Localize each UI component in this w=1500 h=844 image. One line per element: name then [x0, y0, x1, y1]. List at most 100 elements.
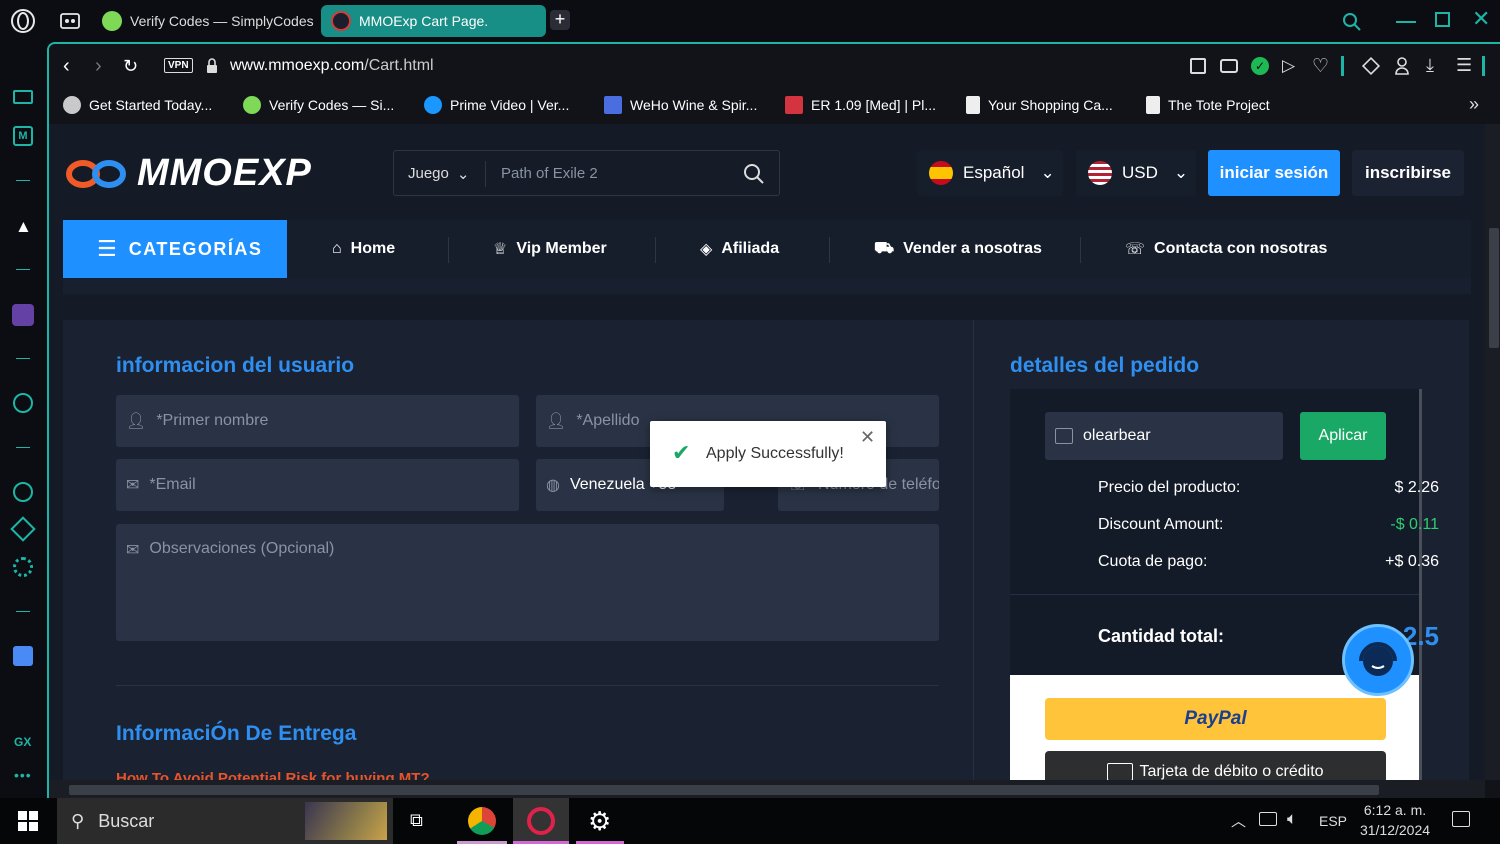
- horizontal-scrollbar[interactable]: [49, 780, 1485, 798]
- volume-icon[interactable]: 🔈︎: [1287, 809, 1297, 829]
- bookmark-item[interactable]: Prime Video | Ver...: [424, 96, 569, 114]
- translate-icon[interactable]: [13, 646, 33, 666]
- settings-taskbar-button[interactable]: ⚙: [576, 798, 624, 844]
- bookmark-label: Get Started Today...: [89, 97, 213, 113]
- site-logo[interactable]: MMOEXP: [65, 152, 312, 195]
- forward-icon[interactable]: ›: [95, 56, 102, 76]
- network-icon[interactable]: [1259, 812, 1277, 826]
- chrome-icon: [468, 807, 496, 835]
- notifications-icon[interactable]: [1452, 811, 1470, 827]
- account-icon[interactable]: [1395, 57, 1409, 75]
- minimize-icon[interactable]: [1396, 21, 1416, 23]
- game-search-box: Juego ⌄ Path of Exile 2: [393, 150, 780, 196]
- close-window-icon[interactable]: ✕: [1472, 8, 1490, 30]
- notes-textarea[interactable]: ✉ Observaciones (Opcional): [116, 524, 939, 641]
- tab-manager-icon[interactable]: [59, 11, 81, 31]
- input-language[interactable]: ESP: [1319, 813, 1347, 829]
- gx-corner-icon[interactable]: M: [13, 126, 33, 146]
- bookmark-item[interactable]: Verify Codes — Si...: [243, 96, 394, 114]
- browser-frame: ‹ › ↻ VPN www.mmoexp.com/Cart.html ✓ ▷ ♡…: [47, 42, 1500, 798]
- order-scrollbar[interactable]: [1419, 389, 1422, 780]
- page-icon: [1146, 96, 1160, 114]
- cube-icon[interactable]: [1361, 56, 1381, 76]
- nav-vender[interactable]: ⛟ Vender a nosotras: [874, 220, 1042, 278]
- card-button[interactable]: Tarjeta de débito o crédito: [1045, 751, 1386, 780]
- chevron-down-icon: ⌄: [1173, 163, 1189, 182]
- discount-row: Discount Amount: -$ 0.11: [1098, 516, 1439, 534]
- windows-start-icon[interactable]: [18, 811, 38, 831]
- paypal-button[interactable]: PayPal: [1045, 698, 1386, 740]
- opera-logo-icon[interactable]: [10, 8, 36, 34]
- wallet-icon[interactable]: [13, 90, 33, 104]
- live-chat-icon[interactable]: [1342, 624, 1414, 696]
- bookmark-item[interactable]: Your Shopping Ca...: [966, 96, 1113, 114]
- url-field[interactable]: www.mmoexp.com/Cart.html: [230, 57, 434, 75]
- search-icon[interactable]: [743, 163, 765, 185]
- sidebar-divider: [16, 611, 30, 612]
- settings-gear-icon[interactable]: [13, 557, 33, 577]
- crown-icon: ♕: [493, 241, 508, 258]
- maximize-icon[interactable]: [1435, 12, 1450, 27]
- vertical-scrollbar[interactable]: [1485, 124, 1500, 780]
- bookmark-item[interactable]: WeHo Wine & Spir...: [604, 96, 757, 114]
- tray-overflow-icon[interactable]: ︿: [1231, 810, 1246, 831]
- close-icon[interactable]: ✕: [860, 427, 875, 448]
- back-icon[interactable]: ‹: [63, 56, 70, 76]
- more-dots-icon[interactable]: •••: [14, 767, 32, 783]
- chrome-taskbar-button[interactable]: [457, 798, 507, 844]
- nav-afiliada[interactable]: ◈ Afiliada: [700, 220, 779, 278]
- bookmark-item[interactable]: ER 1.09 [Med] | Pl...: [785, 96, 936, 114]
- language-label: Español: [963, 163, 1025, 182]
- order-panel: olearbear Aplicar PayPal Tarjeta de débi…: [1010, 389, 1422, 780]
- game-select[interactable]: Juego ⌄: [408, 165, 469, 183]
- browser-tab-bar: Verify Codes — SimplyCodes MMOExp Cart P…: [0, 0, 1500, 42]
- scroll-thumb[interactable]: [1489, 228, 1499, 348]
- user-icon: 👤︎: [546, 413, 567, 430]
- extensions-icon[interactable]: [10, 516, 36, 542]
- scroll-thumb[interactable]: [69, 785, 1379, 795]
- search-tabs-icon[interactable]: [1342, 12, 1362, 32]
- signup-button[interactable]: inscribirse: [1352, 150, 1464, 196]
- risk-info-link[interactable]: How To Avoid Potential Risk for buying M…: [116, 770, 430, 780]
- reload-icon[interactable]: ↻: [123, 56, 138, 76]
- opera-taskbar-button[interactable]: [513, 798, 569, 844]
- aria-icon[interactable]: ▲: [15, 217, 32, 237]
- task-view-icon[interactable]: ⧉: [410, 810, 423, 831]
- prime-video-icon: [424, 96, 442, 114]
- nav-vip-member[interactable]: ♕ Vip Member: [493, 220, 607, 278]
- search-input[interactable]: Path of Exile 2: [501, 165, 598, 182]
- tab-mmoexp-cart[interactable]: MMOExp Cart Page.: [321, 5, 546, 37]
- divider: [485, 161, 486, 187]
- bookmark-item[interactable]: The Tote Project: [1146, 96, 1270, 114]
- heart-icon[interactable]: ♡: [1312, 55, 1329, 78]
- taskbar-search[interactable]: ⚲ Buscar: [57, 798, 393, 844]
- coupon-input[interactable]: olearbear: [1045, 412, 1283, 460]
- bookmark-item[interactable]: Get Started Today...: [63, 96, 212, 114]
- clock[interactable]: 6:12 a. m. 31/12/2024: [1356, 802, 1434, 838]
- bookmarks-overflow-icon[interactable]: »: [1469, 94, 1479, 115]
- url-host: www.mmoexp.com: [230, 57, 365, 74]
- download-icon[interactable]: ⤓: [1426, 55, 1434, 76]
- player-icon[interactable]: [13, 393, 33, 413]
- currency-select[interactable]: USD ⌄: [1076, 150, 1196, 196]
- sidebar-divider: [16, 447, 30, 448]
- twitch-icon[interactable]: [12, 304, 34, 326]
- login-button[interactable]: iniciar sesión: [1208, 150, 1340, 196]
- clock-time: 6:12 a. m.: [1363, 802, 1427, 818]
- vpn-badge[interactable]: VPN: [164, 58, 193, 73]
- email-field[interactable]: ✉ *Email: [116, 459, 519, 511]
- apply-button[interactable]: Aplicar: [1300, 412, 1386, 460]
- first-name-field[interactable]: 👤︎ *Primer nombre: [116, 395, 519, 447]
- tab-verify-codes[interactable]: Verify Codes — SimplyCodes: [92, 5, 314, 37]
- language-select[interactable]: Español ⌄: [917, 150, 1063, 196]
- categories-button[interactable]: ☰ CATEGORÍAS: [63, 220, 287, 278]
- nav-home[interactable]: ⌂ Home: [332, 220, 395, 278]
- camera-icon[interactable]: [1220, 59, 1238, 73]
- snapshot-edit-icon[interactable]: [1190, 58, 1206, 74]
- easy-setup-icon[interactable]: ☰: [1456, 55, 1472, 76]
- shield-check-icon[interactable]: ✓: [1251, 57, 1269, 75]
- send-icon[interactable]: ▷: [1282, 56, 1295, 76]
- nav-contacta[interactable]: ☏ Contacta con nosotras: [1125, 220, 1327, 278]
- new-tab-plus-icon[interactable]: +: [550, 10, 570, 30]
- history-icon[interactable]: [13, 482, 33, 502]
